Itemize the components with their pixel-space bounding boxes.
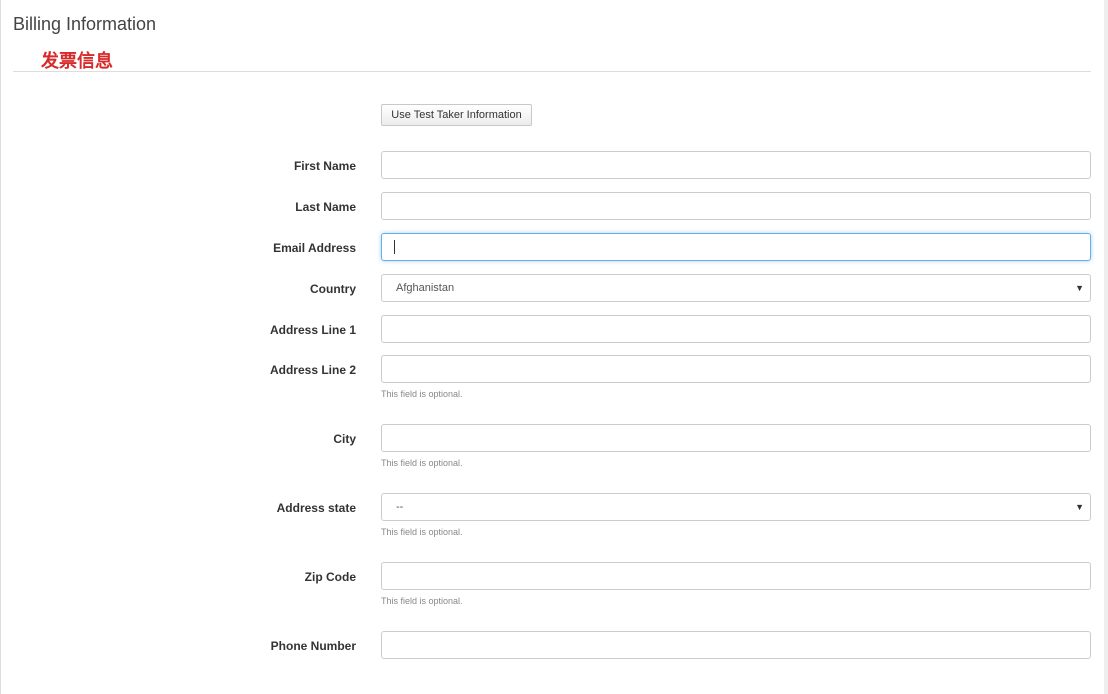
header-divider bbox=[13, 71, 1091, 72]
address-line-1-input[interactable] bbox=[381, 315, 1091, 343]
email-input[interactable] bbox=[381, 233, 1091, 261]
city-label: City bbox=[333, 432, 356, 446]
scrollbar[interactable] bbox=[1104, 0, 1108, 694]
country-label: Country bbox=[310, 282, 356, 296]
phone-number-input[interactable] bbox=[381, 631, 1091, 659]
address-line-2-input[interactable] bbox=[381, 355, 1091, 383]
zip-code-label: Zip Code bbox=[304, 570, 356, 584]
address-line-2-label: Address Line 2 bbox=[269, 363, 356, 377]
last-name-input[interactable] bbox=[381, 192, 1091, 220]
email-label: Email Address bbox=[273, 241, 356, 255]
billing-page: Billing Information 发票信息 Use Test Taker … bbox=[0, 0, 1108, 694]
city-input[interactable] bbox=[381, 424, 1091, 452]
zip-code-help: This field is optional. bbox=[381, 596, 463, 606]
chevron-down-icon: ▼ bbox=[1075, 283, 1084, 293]
address-state-select[interactable]: -- ▼ bbox=[381, 493, 1091, 521]
first-name-label: First Name bbox=[293, 159, 356, 173]
page-subtitle: 发票信息 bbox=[41, 51, 113, 72]
country-select[interactable]: Afghanistan ▼ bbox=[381, 274, 1091, 302]
use-test-taker-button[interactable]: Use Test Taker Information bbox=[381, 104, 532, 126]
first-name-input[interactable] bbox=[381, 151, 1091, 179]
last-name-label: Last Name bbox=[295, 200, 356, 214]
page-title: Billing Information bbox=[13, 14, 157, 34]
phone-number-label: Phone Number bbox=[270, 639, 356, 653]
address-state-label: Address state bbox=[276, 501, 356, 515]
text-caret bbox=[394, 240, 395, 254]
address-state-help: This field is optional. bbox=[381, 527, 463, 537]
country-selected-value: Afghanistan bbox=[396, 282, 455, 294]
address-line-2-help: This field is optional. bbox=[381, 389, 463, 399]
address-line-1-label: Address Line 1 bbox=[269, 323, 356, 337]
city-help: This field is optional. bbox=[381, 458, 463, 468]
zip-code-input[interactable] bbox=[381, 562, 1091, 590]
chevron-down-icon: ▼ bbox=[1075, 502, 1084, 512]
address-state-selected-value: -- bbox=[396, 501, 404, 513]
